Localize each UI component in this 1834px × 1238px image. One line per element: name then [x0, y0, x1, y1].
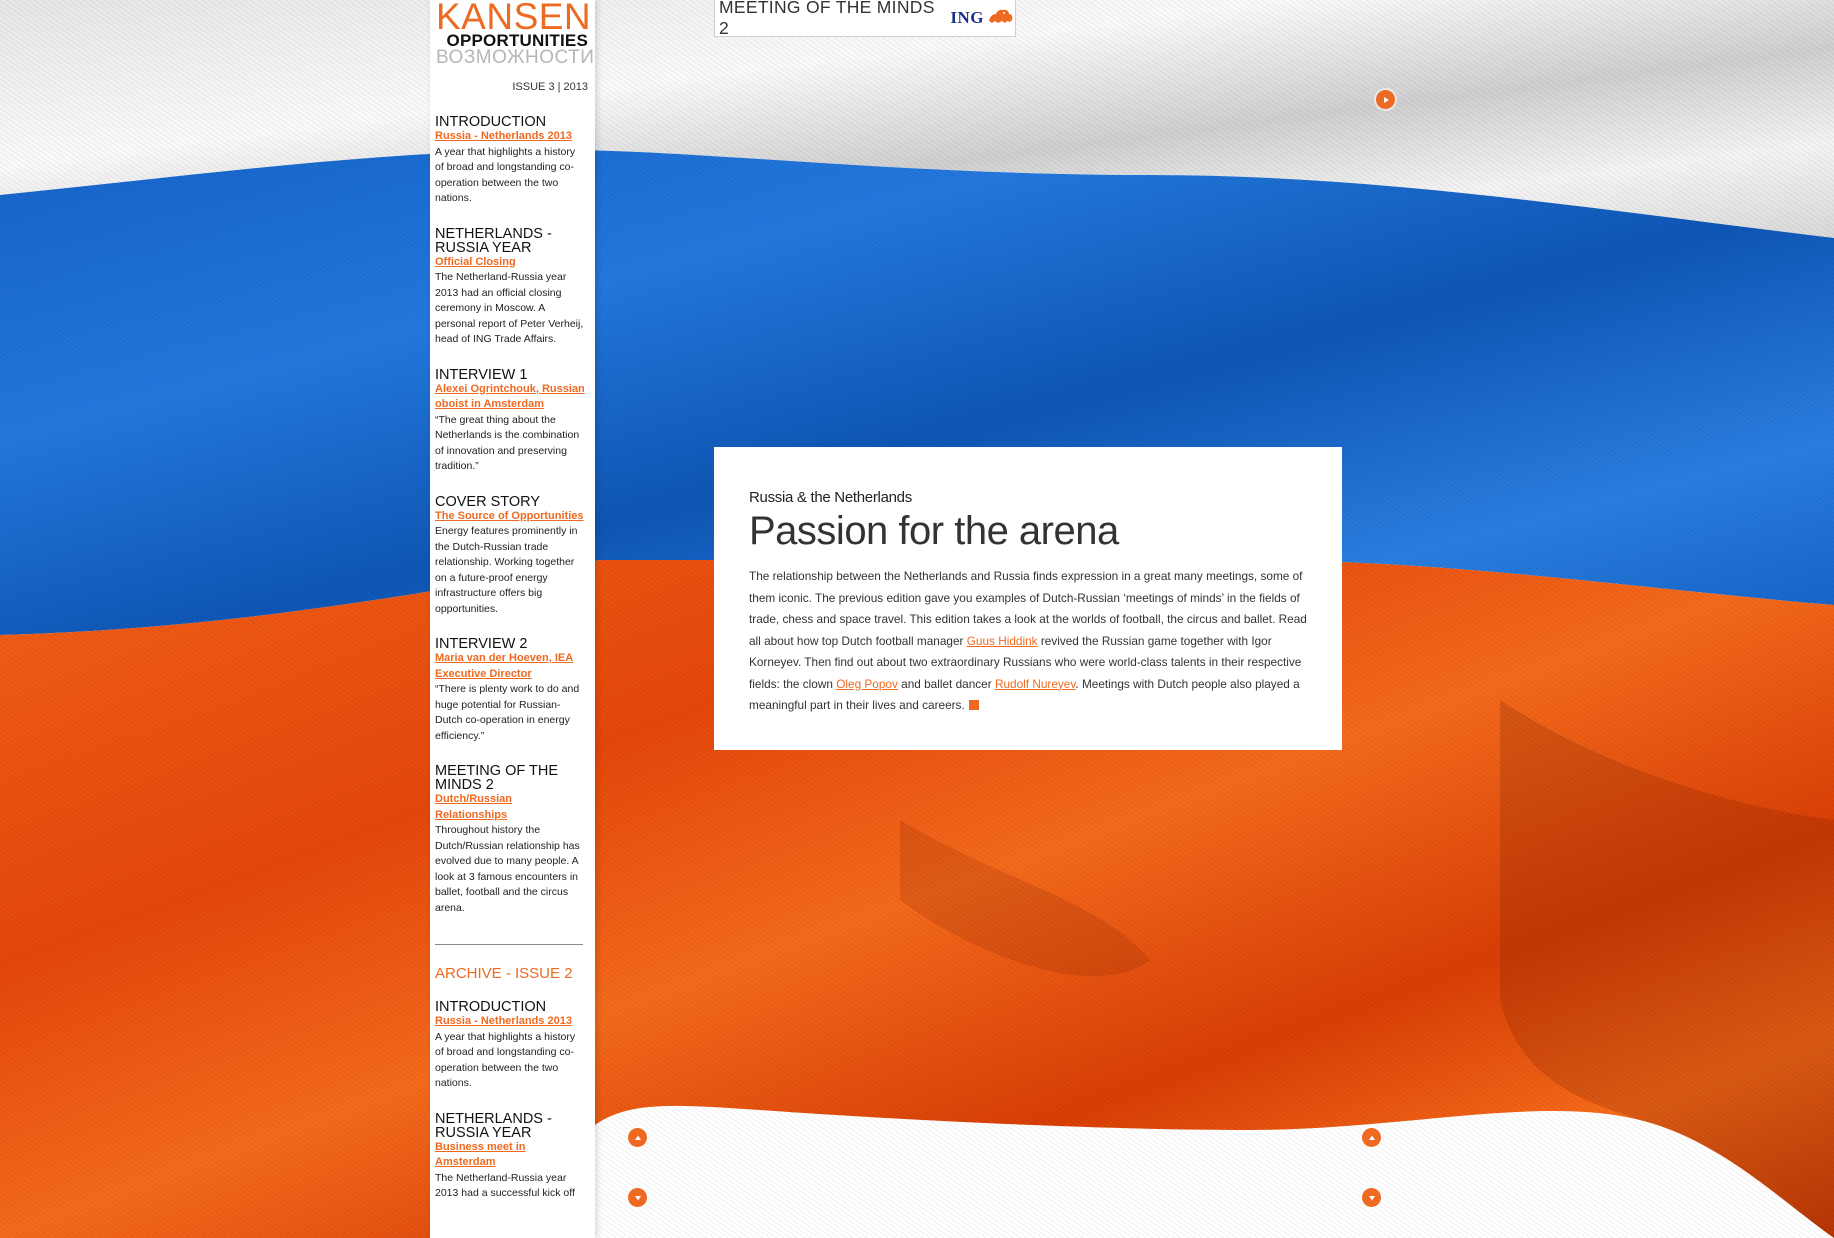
- article-body: The relationship between the Netherlands…: [749, 566, 1308, 717]
- nav-heading: INTRODUCTION: [435, 114, 547, 130]
- arrow-down-icon: [1368, 1194, 1376, 1202]
- article-intro-card: Russia & the Netherlands Passion for the…: [714, 447, 1342, 750]
- scroll-down-button-right[interactable]: [1362, 1188, 1381, 1207]
- nav-description: “The great thing about the Netherlands i…: [435, 413, 580, 473]
- nav-link[interactable]: Russia - Netherlands 2013: [435, 1014, 585, 1030]
- article-title: Passion for the arena: [749, 509, 1119, 553]
- banner-title: MEETING OF THE MINDS 2: [719, 0, 935, 38]
- nav-link[interactable]: The Source of Opportunities: [435, 509, 585, 525]
- archive-heading[interactable]: ARCHIVE - ISSUE 2: [430, 965, 595, 982]
- ing-logo-text: ING: [950, 8, 984, 27]
- end-mark-icon: [968, 700, 979, 710]
- scroll-down-button-left[interactable]: [628, 1188, 647, 1207]
- nav-heading: COVER STORY: [435, 493, 541, 510]
- article-kicker: Russia & the Netherlands: [749, 489, 912, 506]
- nav-description: The Netherland-Russia year 2013 had an o…: [435, 271, 584, 345]
- scroll-up-button-left[interactable]: [628, 1128, 647, 1147]
- nav-description: Energy features prominently in the Dutch…: [435, 525, 578, 615]
- link-rudolf-nureyev[interactable]: Rudolf Nureyev: [995, 677, 1075, 691]
- nav-description: Throughout history the Dutch/Russian rel…: [435, 824, 580, 914]
- nav-link[interactable]: Business meet in Amsterdam: [435, 1140, 585, 1171]
- nav-section-cover-story: COVER STORY The Source of Opportunities …: [430, 493, 595, 618]
- nav-section-interview-2: INTERVIEW 2 Maria van der Hoeven, IEA Ex…: [430, 637, 595, 744]
- nav-heading: INTRODUCTION: [435, 999, 547, 1015]
- nav-link[interactable]: Maria van der Hoeven, IEA Executive Dire…: [435, 651, 585, 682]
- nav-link[interactable]: Alexei Ogrintchouk, Russian oboist in Am…: [435, 382, 585, 413]
- nav-link[interactable]: Russia - Netherlands 2013: [435, 129, 585, 145]
- link-guus-hiddink[interactable]: Guus Hiddink: [967, 634, 1038, 648]
- nav-description: A year that highlights a history of broa…: [435, 1030, 576, 1090]
- issue-label: ISSUE 3 | 2013: [512, 81, 588, 93]
- nav-section-interview-1: INTERVIEW 1 Alexei Ogrintchouk, Russian …: [430, 366, 595, 475]
- nav-heading: NETHERLANDS - RUSSIA YEAR: [435, 1110, 552, 1141]
- archive-section-introduction: INTRODUCTION Russia - Netherlands 2013 A…: [430, 1000, 595, 1092]
- nav-heading: INTERVIEW 2: [435, 636, 528, 652]
- arrow-up-icon: [634, 1134, 642, 1142]
- nav-description: The Netherland-Russia year 2013 had a su…: [435, 1171, 575, 1200]
- masthead-title-nl: KANSEN: [436, 0, 592, 37]
- arrow-up-icon: [1368, 1134, 1376, 1142]
- scroll-up-button-right[interactable]: [1362, 1128, 1381, 1147]
- masthead-title-ru: ВОЗМОЖНОСТИ: [436, 47, 595, 68]
- link-oleg-popov[interactable]: Oleg Popov: [836, 677, 898, 691]
- section-banner[interactable]: MEETING OF THE MINDS 2 ING: [714, 0, 1016, 38]
- play-right-icon: [1382, 96, 1390, 104]
- archive-section-netherlands-russia-year: NETHERLANDS - RUSSIA YEAR Business meet …: [430, 1110, 595, 1202]
- next-slide-button[interactable]: [1376, 90, 1395, 109]
- nav-section-netherlands-russia-year: NETHERLANDS - RUSSIA YEAR Official Closi…: [430, 225, 595, 348]
- sidebar-divider: [435, 944, 583, 945]
- article-text: and ballet dancer: [897, 676, 995, 691]
- nav-heading: MEETING OF THE MINDS 2: [435, 763, 558, 793]
- nav-heading: NETHERLANDS - RUSSIA YEAR: [435, 225, 552, 256]
- nav-description: A year that highlights a history of broa…: [435, 145, 576, 205]
- nav-link[interactable]: Official Closing: [435, 255, 585, 271]
- nav-section-meeting-of-the-minds: MEETING OF THE MINDS 2 Dutch/Russian Rel…: [430, 764, 595, 916]
- ing-lion-icon: [987, 7, 1015, 30]
- sidebar-nav: KANSEN OPPORTUNITIES ВОЗМОЖНОСТИ ISSUE 3…: [430, 0, 595, 1238]
- nav-heading: INTERVIEW 1: [435, 366, 528, 383]
- nav-description: “There is plenty work to do and huge pot…: [435, 683, 580, 742]
- arrow-down-icon: [634, 1194, 642, 1202]
- nav-link[interactable]: Dutch/Russian Relationships: [435, 792, 585, 823]
- nav-section-introduction: INTRODUCTION Russia - Netherlands 2013 A…: [430, 115, 595, 207]
- masthead-logo[interactable]: KANSEN OPPORTUNITIES ВОЗМОЖНОСТИ ISSUE 3…: [430, 0, 595, 93]
